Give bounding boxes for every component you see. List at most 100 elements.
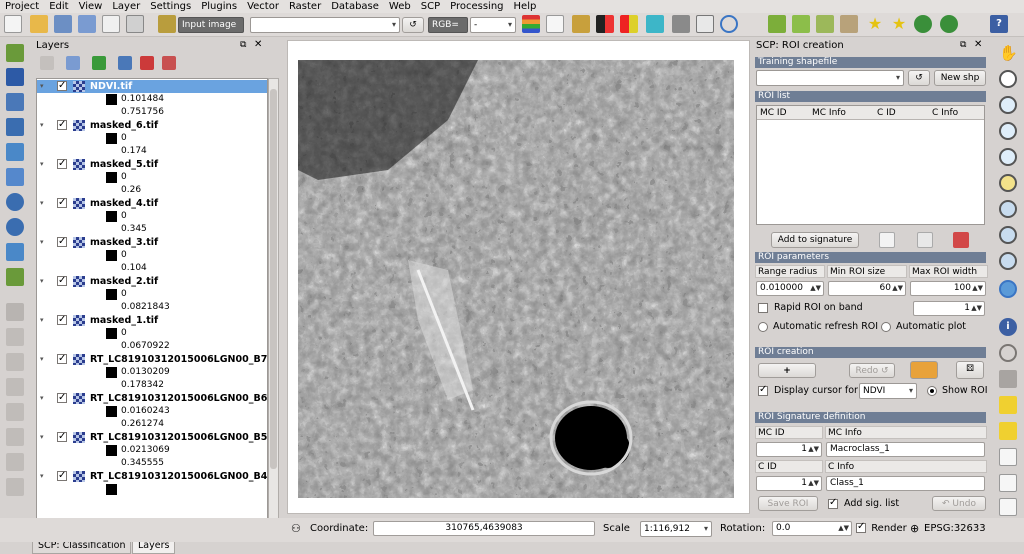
zoom-out-icon[interactable] — [999, 122, 1017, 140]
deselect-icon[interactable] — [999, 422, 1017, 440]
col-c-id[interactable]: C ID — [877, 106, 896, 120]
min-roi-size-input[interactable]: 60 ▲▼ — [828, 281, 906, 296]
layer-visibility-checkbox[interactable] — [57, 196, 67, 209]
crs-icon[interactable]: ⊕ — [910, 522, 919, 535]
add-raster-icon[interactable] — [6, 68, 24, 86]
mc-id-input[interactable]: 1 ▲▼ — [756, 442, 822, 457]
tree-branch-icon[interactable]: ▾ — [40, 314, 44, 327]
signature-plot-icon[interactable] — [879, 232, 895, 248]
tree-branch-icon[interactable]: ▾ — [40, 119, 44, 132]
add-feature-icon[interactable] — [6, 353, 24, 371]
add-group-icon[interactable] — [66, 56, 80, 70]
false-color-icon[interactable] — [620, 15, 638, 33]
add-wcs-icon[interactable] — [6, 193, 24, 211]
plugin-4-icon[interactable] — [840, 15, 858, 33]
plugin-1-icon[interactable] — [768, 15, 786, 33]
menu-plugins[interactable]: Plugins — [196, 0, 242, 13]
auto-plot-radio[interactable] — [881, 321, 891, 332]
rapid-roi-band-input[interactable]: 1 ▲▼ — [913, 301, 985, 316]
layer-visibility-checkbox[interactable] — [57, 352, 67, 365]
display-cursor-checkbox[interactable] — [758, 384, 768, 396]
layer-visibility-checkbox[interactable] — [57, 157, 67, 170]
add-delimited-icon[interactable] — [6, 218, 24, 236]
add-wfs-icon[interactable] — [6, 168, 24, 186]
new-shapefile-icon[interactable] — [6, 268, 24, 286]
input-image-select[interactable]: ▾ — [250, 17, 400, 33]
globe-icon[interactable] — [914, 15, 932, 33]
remove-layer-icon[interactable] — [162, 56, 176, 70]
tree-branch-icon[interactable]: ▾ — [40, 275, 44, 288]
rotation-field[interactable]: 0.0 ▲▼ — [772, 521, 852, 536]
layer-item[interactable]: ▾ RT_LC81910312015006LGN00_B4 — [37, 469, 267, 483]
tree-branch-icon[interactable]: ▾ — [40, 353, 44, 366]
refresh-icon[interactable] — [999, 280, 1017, 298]
star-icon[interactable]: ★ — [866, 15, 884, 33]
open-style-icon[interactable] — [40, 56, 54, 70]
display-cursor-select[interactable]: NDVI ▾ — [859, 383, 917, 399]
scp-tool-icon[interactable] — [572, 15, 590, 33]
layer-visibility-checkbox[interactable] — [57, 391, 67, 404]
help-icon[interactable]: ? — [990, 15, 1008, 33]
layout-manager-icon[interactable] — [126, 15, 144, 33]
scrollbar-thumb[interactable] — [270, 89, 277, 469]
rapid-roi-checkbox[interactable] — [758, 302, 768, 313]
zoom-last-icon[interactable] — [999, 226, 1017, 244]
attribute-table-icon[interactable] — [999, 448, 1017, 466]
c-info-input[interactable]: Class_1 — [826, 476, 985, 491]
new-project-icon[interactable] — [4, 15, 22, 33]
refresh-input-button[interactable]: ↺ — [402, 17, 424, 33]
map-canvas[interactable] — [287, 40, 750, 514]
layer-item[interactable]: ▾ masked_2.tif — [37, 274, 267, 288]
move-feature-icon[interactable] — [6, 378, 24, 396]
zoom-next-icon[interactable] — [999, 252, 1017, 270]
menu-vector[interactable]: Vector — [242, 0, 284, 13]
undo-button[interactable]: ↶ Undo — [932, 496, 986, 511]
col-mc-id[interactable]: MC ID — [760, 106, 787, 120]
tree-branch-icon[interactable]: ▾ — [40, 197, 44, 210]
c-id-input[interactable]: 1 ▲▼ — [756, 476, 822, 491]
tree-branch-icon[interactable]: ▾ — [40, 470, 44, 483]
add-roi-button[interactable]: + — [758, 363, 816, 378]
zoom-layer-icon[interactable] — [999, 200, 1017, 218]
epsg-label[interactable]: EPSG:32633 — [924, 523, 986, 534]
layer-tree-scrollbar[interactable] — [268, 78, 279, 530]
menu-database[interactable]: Database — [326, 0, 384, 13]
layer-visibility-checkbox[interactable] — [57, 274, 67, 287]
menu-settings[interactable]: Settings — [145, 0, 196, 13]
mc-info-input[interactable]: Macroclass_1 — [826, 442, 985, 457]
scp-panel-close-icon[interactable]: ✕ — [974, 39, 982, 50]
layer-item[interactable]: ▾ masked_1.tif — [37, 313, 267, 327]
panel-close-icon[interactable]: ✕ — [254, 39, 262, 50]
roi-list-table[interactable]: MC ID MC Info C ID C Info — [756, 105, 985, 225]
copy-icon[interactable] — [6, 478, 24, 496]
menu-layer[interactable]: Layer — [107, 0, 145, 13]
multiple-roi-button[interactable]: ⚄ — [956, 361, 984, 379]
open-project-icon[interactable] — [30, 15, 48, 33]
layer-item[interactable]: ▾ masked_5.tif — [37, 157, 267, 171]
edit-save-icon[interactable] — [6, 328, 24, 346]
star-add-icon[interactable]: ★ — [890, 15, 908, 33]
save-as-icon[interactable] — [78, 15, 96, 33]
range-radius-input[interactable]: 0.010000 ▲▼ — [756, 281, 824, 296]
tree-branch-icon[interactable]: ▾ — [40, 236, 44, 249]
tree-branch-icon[interactable]: ▾ — [40, 158, 44, 171]
redo-button[interactable]: Redo ↺ — [849, 363, 895, 378]
add-wms-icon[interactable] — [6, 143, 24, 161]
add-to-signature-button[interactable]: Add to signature — [771, 232, 859, 248]
scp-panel-float-icon[interactable]: ⧉ — [960, 40, 966, 50]
print-composer-icon[interactable] — [102, 15, 120, 33]
action-icon[interactable] — [999, 344, 1017, 362]
panel-float-icon[interactable]: ⧉ — [240, 40, 246, 50]
filter-icon[interactable] — [92, 56, 106, 70]
plugin-3-icon[interactable] — [816, 15, 834, 33]
select-by-form-icon[interactable] — [999, 396, 1017, 414]
menu-scp[interactable]: SCP — [416, 0, 445, 13]
menu-project[interactable]: Project — [0, 0, 44, 13]
globe-2-icon[interactable] — [940, 15, 958, 33]
max-roi-width-input[interactable]: 100 ▲▼ — [910, 281, 986, 296]
layer-visibility-checkbox[interactable] — [57, 118, 67, 131]
layer-item[interactable]: ▾ NDVI.tif — [37, 79, 267, 93]
layer-item[interactable]: ▾ RT_LC81910312015006LGN00_B6 — [37, 391, 267, 405]
add-sig-list-checkbox[interactable] — [828, 497, 838, 509]
band-set-icon[interactable] — [522, 15, 540, 33]
